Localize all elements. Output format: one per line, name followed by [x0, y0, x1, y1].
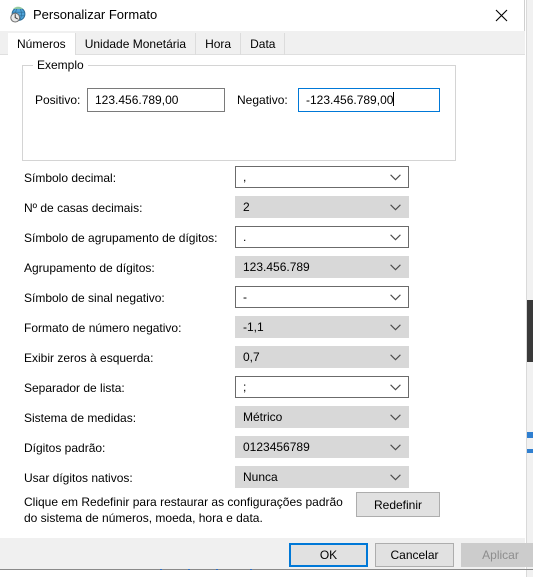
tab-unidade-monetaria[interactable]: Unidade Monetária: [76, 33, 197, 55]
chevron-down-icon: [390, 197, 401, 217]
label-simbolo-sinal-negativo: Símbolo de sinal negativo:: [24, 291, 165, 305]
combo-formato-numero-negativo[interactable]: -1,1: [235, 316, 409, 338]
row-simbolo-sinal-negativo: Símbolo de sinal negativo: -: [0, 285, 525, 315]
combo-digitos-padrao-value: 0123456789: [243, 440, 310, 454]
label-simbolo-decimal: Símbolo decimal:: [24, 171, 117, 185]
combo-exibir-zeros-value: 0,7: [243, 350, 260, 364]
combo-sistema-medidas[interactable]: Métrico: [235, 406, 409, 428]
close-icon[interactable]: [479, 0, 524, 30]
negative-label: Negativo:: [237, 93, 288, 107]
combo-agrupamento-digitos[interactable]: 123.456.789: [235, 256, 409, 278]
chevron-down-icon: [390, 467, 401, 487]
combo-simbolo-agrupamento-value: .: [243, 230, 247, 244]
combo-simbolo-agrupamento[interactable]: .: [235, 226, 409, 248]
tab-numeros[interactable]: Números: [8, 33, 76, 55]
combo-usar-digitos-nativos[interactable]: Nunca: [235, 466, 409, 488]
chevron-down-icon: [390, 437, 401, 457]
row-agrupamento-digitos: Agrupamento de dígitos: 123.456.789: [0, 255, 525, 285]
combo-simbolo-sinal-negativo-value: -: [243, 290, 247, 304]
combo-separador-lista-value: ;: [243, 380, 247, 394]
reset-button[interactable]: Redefinir: [356, 492, 440, 517]
row-exibir-zeros: Exibir zeros à esquerda: 0,7: [0, 345, 525, 375]
combo-agrupamento-digitos-value: 123.456.789: [243, 260, 310, 274]
combo-usar-digitos-nativos-value: Nunca: [243, 470, 278, 484]
cancel-button[interactable]: Cancelar: [375, 543, 454, 567]
row-simbolo-agrupamento: Símbolo de agrupamento de dígitos: .: [0, 225, 525, 255]
row-sistema-medidas: Sistema de medidas: Métrico: [0, 405, 525, 435]
chevron-down-icon: [390, 167, 401, 187]
chevron-down-icon: [390, 347, 401, 367]
combo-formato-numero-negativo-value: -1,1: [243, 320, 264, 334]
label-digitos-padrao: Dígitos padrão:: [24, 441, 106, 455]
text-caret: [393, 92, 395, 106]
reset-description: Clique em Redefinir para restaurar as co…: [24, 495, 343, 525]
row-casas-decimais: Nº de casas decimais: 2: [0, 195, 525, 225]
positive-example-value: 123.456.789,00: [95, 93, 179, 107]
label-usar-digitos-nativos: Usar dígitos nativos:: [24, 471, 133, 485]
row-separador-lista: Separador de lista: ;: [0, 375, 525, 405]
label-simbolo-agrupamento: Símbolo de agrupamento de dígitos:: [24, 231, 218, 245]
tab-strip: Números Unidade Monetária Hora Data: [0, 31, 525, 55]
region-globe-clock-icon: [9, 6, 27, 24]
label-exibir-zeros: Exibir zeros à esquerda:: [24, 351, 154, 365]
background-accent-mark-2: [527, 449, 533, 453]
row-simbolo-decimal: Símbolo decimal: ,: [0, 165, 525, 195]
window-title: Personalizar Formato: [33, 7, 158, 22]
combo-sistema-medidas-value: Métrico: [243, 410, 283, 424]
tab-hora[interactable]: Hora: [196, 33, 242, 55]
row-usar-digitos-nativos: Usar dígitos nativos: Nunca: [0, 465, 525, 495]
label-agrupamento-digitos: Agrupamento de dígitos:: [24, 261, 155, 275]
positive-label: Positivo:: [35, 93, 81, 107]
example-groupbox: Exemplo Positivo: 123.456.789,00 Negativ…: [22, 58, 456, 161]
label-formato-numero-negativo: Formato de número negativo:: [24, 321, 182, 335]
customize-format-dialog: Personalizar Formato Números Unidade Mon…: [0, 0, 533, 569]
background-scrollbar-track[interactable]: [527, 0, 533, 577]
chevron-down-icon: [390, 227, 401, 247]
dialog-footer: OK Cancelar Aplicar: [0, 538, 533, 569]
row-formato-numero-negativo: Formato de número negativo: -1,1: [0, 315, 525, 345]
background-accent-mark: [527, 432, 533, 438]
chevron-down-icon: [390, 287, 401, 307]
apply-button: Aplicar: [461, 543, 533, 567]
combo-exibir-zeros[interactable]: 0,7: [235, 346, 409, 368]
tab-content-numeros: Exemplo Positivo: 123.456.789,00 Negativ…: [0, 55, 525, 538]
chevron-down-icon: [390, 407, 401, 427]
settings-rows: Símbolo decimal: , Nº de casas decimais:…: [0, 165, 525, 495]
combo-casas-decimais-value: 2: [243, 200, 250, 214]
combo-casas-decimais[interactable]: 2: [235, 196, 409, 218]
negative-example-field[interactable]: -123.456.789,00: [298, 88, 440, 112]
example-group-caption: Exemplo: [33, 58, 88, 72]
chevron-down-icon: [390, 317, 401, 337]
label-sistema-medidas: Sistema de medidas:: [24, 411, 137, 425]
title-bar: Personalizar Formato: [0, 0, 524, 31]
tab-data[interactable]: Data: [241, 33, 286, 55]
negative-example-value: -123.456.789,00: [306, 93, 394, 107]
label-separador-lista: Separador de lista:: [24, 381, 125, 395]
reset-area: Clique em Redefinir para restaurar as co…: [0, 492, 525, 538]
combo-digitos-padrao[interactable]: 0123456789: [235, 436, 409, 458]
combo-simbolo-decimal-value: ,: [243, 170, 247, 184]
chevron-down-icon: [390, 257, 401, 277]
combo-simbolo-sinal-negativo[interactable]: -: [235, 286, 409, 308]
combo-separador-lista[interactable]: ;: [235, 376, 409, 398]
label-casas-decimais: Nº de casas decimais:: [24, 201, 143, 215]
background-scrollbar-thumb[interactable]: [527, 300, 533, 362]
combo-simbolo-decimal[interactable]: ,: [235, 166, 409, 188]
positive-example-field[interactable]: 123.456.789,00: [87, 88, 225, 112]
example-row: Positivo: 123.456.789,00 Negativo: -123.…: [23, 88, 455, 114]
row-digitos-padrao: Dígitos padrão: 0123456789: [0, 435, 525, 465]
ok-button[interactable]: OK: [289, 543, 368, 567]
chevron-down-icon: [390, 377, 401, 397]
